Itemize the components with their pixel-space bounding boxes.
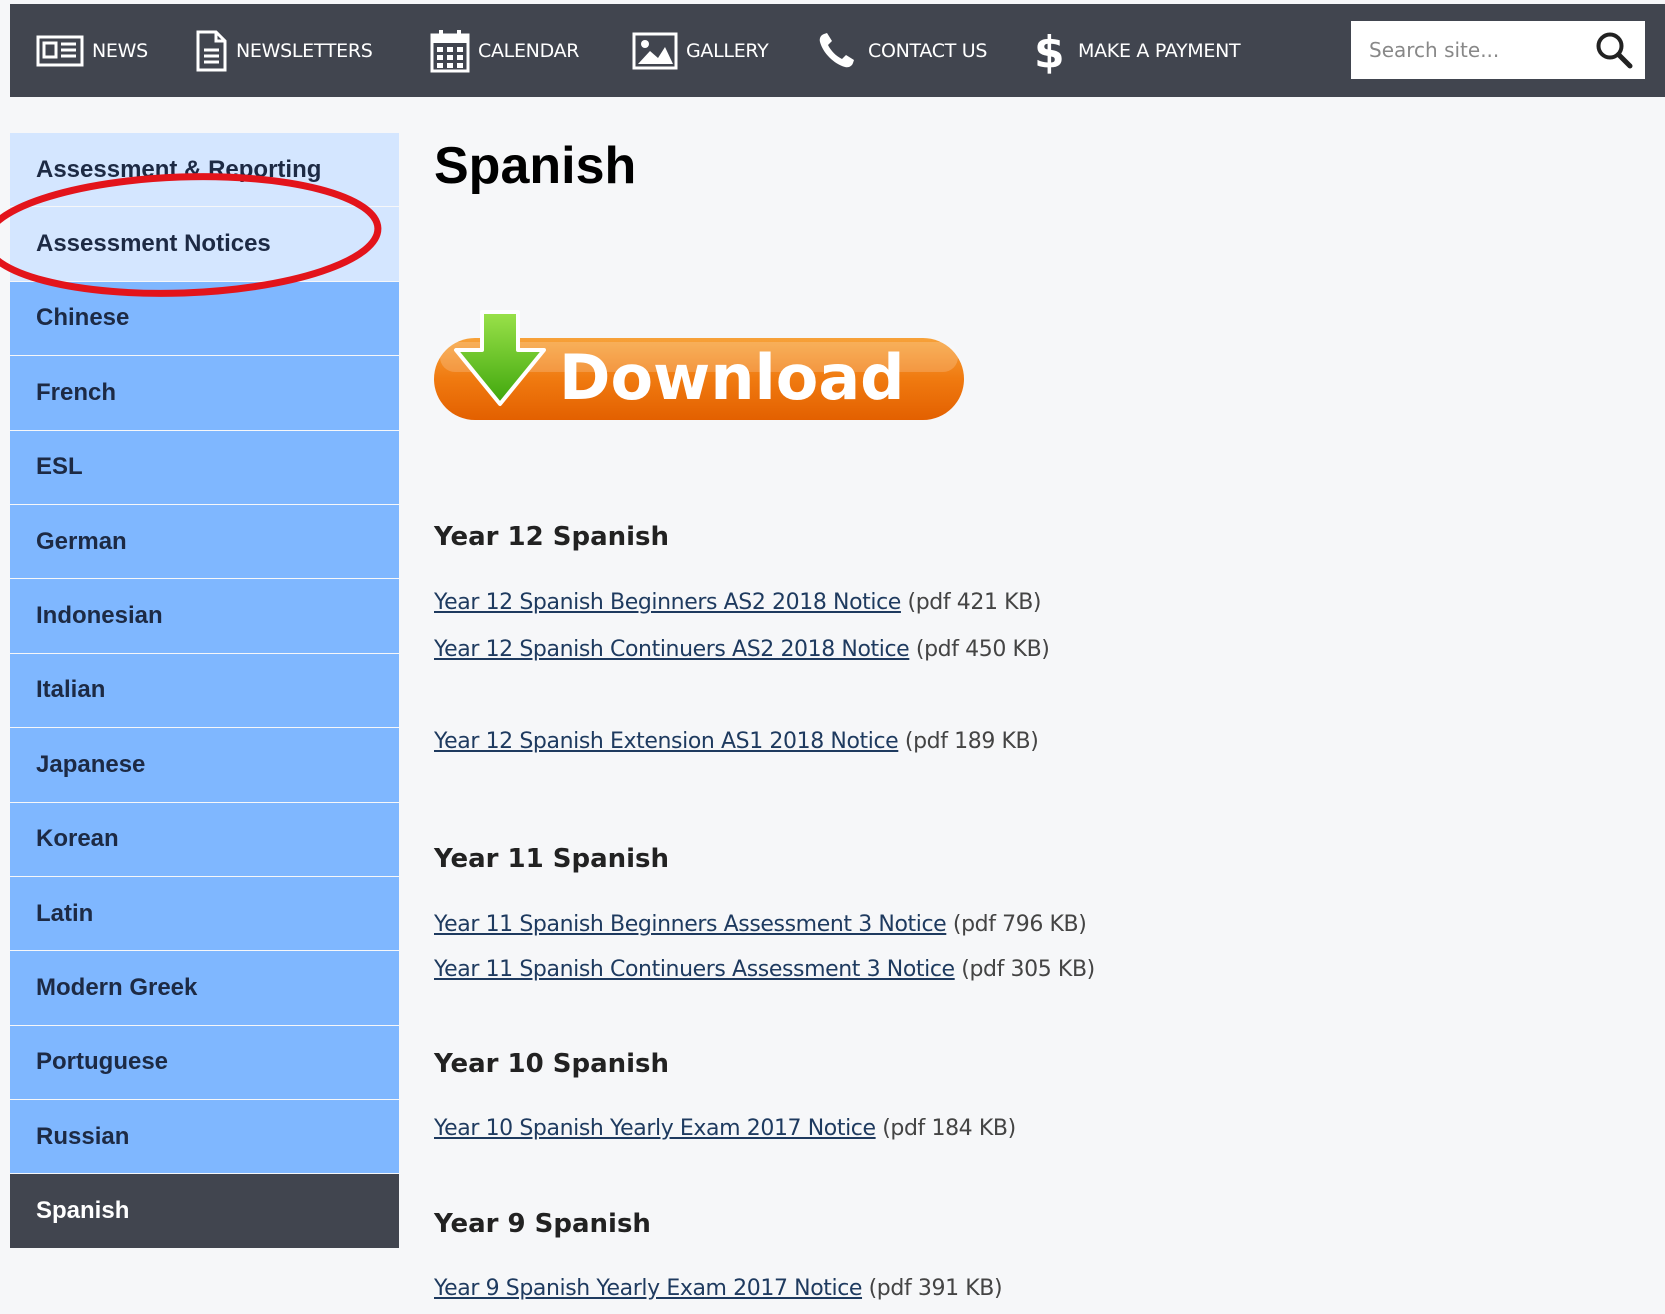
search-button[interactable] (1595, 31, 1633, 73)
document-link[interactable]: Year 11 Spanish Continuers Assessment 3 … (434, 957, 955, 982)
nav-make-a-payment-label: MAKE A PAYMENT (1078, 39, 1241, 62)
sidebar-item-assessment-reporting[interactable]: Assessment & Reporting (10, 133, 399, 207)
top-nav-bar: NEWS NEWSLETTERS CALENDAR GALLERY CONTAC… (10, 4, 1665, 97)
document-item: Year 12 Spanish Continuers AS2 2018 Noti… (434, 637, 1050, 662)
sidebar-item-chinese[interactable]: Chinese (10, 281, 399, 356)
sidebar-item-label: Assessment & Reporting (36, 155, 322, 183)
nav-newsletters-label: NEWSLETTERS (236, 39, 373, 62)
sidebar-item-italian[interactable]: Italian (10, 653, 399, 728)
nav-make-a-payment[interactable]: $ MAKE A PAYMENT (1030, 4, 1241, 97)
sidebar-item-label: ESL (36, 453, 83, 481)
document-link[interactable]: Year 12 Spanish Beginners AS2 2018 Notic… (434, 590, 901, 615)
sidebar-item-label: Assessment Notices (36, 230, 271, 258)
document-item: Year 11 Spanish Continuers Assessment 3 … (434, 957, 1095, 982)
nav-contact-us[interactable]: CONTACT US (816, 4, 987, 97)
calendar-icon (430, 29, 470, 72)
sidebar-item-label: German (36, 527, 127, 555)
nav-gallery-label: GALLERY (686, 39, 769, 62)
nav-gallery[interactable]: GALLERY (632, 4, 769, 97)
sidebar-item-label: Indonesian (36, 602, 163, 630)
search-box (1351, 21, 1645, 79)
sidebar-item-modern-greek[interactable]: Modern Greek (10, 951, 399, 1025)
document-link[interactable]: Year 9 Spanish Yearly Exam 2017 Notice (434, 1276, 862, 1301)
sidebar-item-japanese[interactable]: Japanese (10, 728, 399, 802)
section-heading: Year 9 Spanish (434, 1209, 651, 1239)
nav-contact-us-label: CONTACT US (868, 39, 988, 62)
search-icon (1596, 32, 1633, 69)
sidebar-item-label: Italian (36, 676, 106, 704)
nav-newsletters[interactable]: NEWSLETTERS (194, 4, 373, 97)
sidebar-item-indonesian[interactable]: Indonesian (10, 579, 399, 653)
dollar-icon: $ (1034, 27, 1065, 75)
section-heading: Year 11 Spanish (434, 844, 670, 874)
document-link[interactable]: Year 11 Spanish Beginners Assessment 3 N… (434, 912, 947, 937)
document-item: Year 11 Spanish Beginners Assessment 3 N… (434, 912, 1087, 937)
sidebar-item-label: Spanish (36, 1197, 130, 1225)
document-icon (196, 30, 227, 71)
sidebar-item-assessment-notices[interactable]: Assessment Notices (10, 207, 399, 281)
sidebar-item-label: Modern Greek (36, 973, 198, 1001)
file-meta: (pdf 305 KB) (961, 957, 1095, 982)
file-meta: (pdf 189 KB) (904, 729, 1039, 754)
sidebar-item-german[interactable]: German (10, 504, 399, 579)
sidebar-item-label: Portuguese (36, 1048, 169, 1076)
document-item: Year 10 Spanish Yearly Exam 2017 Notice … (434, 1116, 1016, 1141)
document-link[interactable]: Year 12 Spanish Extension AS1 2018 Notic… (434, 729, 899, 754)
nav-news-label: NEWS (92, 39, 148, 62)
section-heading: Year 12 Spanish (434, 522, 670, 552)
document-link[interactable]: Year 10 Spanish Yearly Exam 2017 Notice (434, 1116, 876, 1141)
nav-calendar-label: CALENDAR (478, 39, 580, 62)
document-item: Year 12 Spanish Beginners AS2 2018 Notic… (434, 590, 1041, 615)
newspaper-icon (36, 35, 84, 66)
sidebar-item-label: Japanese (36, 750, 146, 778)
image-icon (632, 32, 678, 69)
search-input[interactable] (1367, 21, 1581, 79)
sidebar-item-esl[interactable]: ESL (10, 430, 399, 504)
download-label: Download (559, 341, 905, 414)
phone-icon (819, 32, 854, 67)
section-heading: Year 10 Spanish (434, 1049, 670, 1079)
download-button[interactable]: Download (434, 306, 966, 425)
file-meta: (pdf 796 KB) (952, 912, 1087, 937)
sidebar-item-label: Latin (36, 899, 94, 927)
file-meta: (pdf 450 KB) (915, 637, 1050, 662)
sidebar-nav: Assessment & Reporting Assessment Notice… (10, 133, 399, 1249)
svg-text:$: $ (1034, 27, 1064, 75)
sidebar-item-russian[interactable]: Russian (10, 1100, 399, 1174)
sidebar-item-portuguese[interactable]: Portuguese (10, 1025, 399, 1100)
sidebar-item-latin[interactable]: Latin (10, 876, 399, 951)
sidebar-item-korean[interactable]: Korean (10, 802, 399, 876)
document-item: Year 12 Spanish Extension AS1 2018 Notic… (434, 729, 1039, 754)
sidebar-item-french[interactable]: French (10, 356, 399, 430)
sidebar-item-label: French (36, 378, 117, 406)
document-link[interactable]: Year 12 Spanish Continuers AS2 2018 Noti… (434, 637, 910, 662)
download-graphic: Download (434, 310, 964, 420)
file-meta: (pdf 391 KB) (868, 1276, 1003, 1301)
nav-news[interactable]: NEWS (36, 4, 148, 97)
sidebar-item-label: Russian (36, 1122, 130, 1150)
sidebar-item-label: Chinese (36, 304, 130, 332)
page-title: Spanish (434, 137, 637, 195)
file-meta: (pdf 421 KB) (907, 590, 1042, 615)
sidebar-item-spanish[interactable]: Spanish (10, 1174, 399, 1248)
document-item: Year 9 Spanish Yearly Exam 2017 Notice (… (434, 1276, 1003, 1301)
sidebar-item-label: Korean (36, 825, 119, 853)
file-meta: (pdf 184 KB) (882, 1116, 1016, 1141)
nav-calendar[interactable]: CALENDAR (430, 4, 579, 97)
